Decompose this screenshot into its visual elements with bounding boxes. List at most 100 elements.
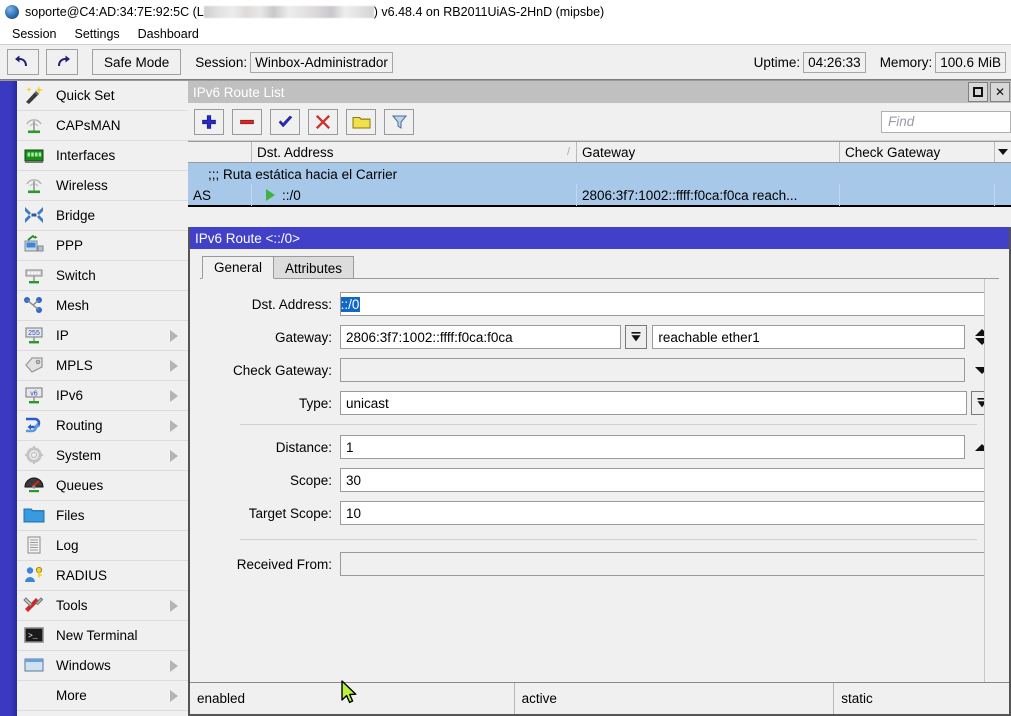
sidebar-item-quick-set[interactable]: Quick Set: [17, 81, 188, 111]
window-titlebar: soporte@C4:AD:34:7E:92:5C (L ) v6.48.4 o…: [0, 0, 1011, 23]
chevron-right-icon: [170, 360, 178, 372]
sidebar-item-windows[interactable]: Windows: [17, 651, 188, 681]
titlebar-user-host: soporte@C4:AD:34:7E:92:5C (L: [25, 5, 204, 19]
route-active-arrow-icon: [266, 189, 275, 201]
sidebar-item-mpls[interactable]: MPLS: [17, 351, 188, 381]
dst-address-input[interactable]: ::/0: [340, 292, 993, 316]
gateway-dropdown-icon[interactable]: [625, 325, 647, 349]
sidebar-item-system[interactable]: System: [17, 441, 188, 471]
bridge-arrows-icon: [23, 205, 47, 227]
menu-dashboard[interactable]: Dashboard: [129, 26, 208, 42]
target-scope-label: Target Scope:: [200, 506, 340, 521]
memory-value: 100.6 MiB: [935, 52, 1006, 73]
routing-arrows-icon: [23, 415, 47, 437]
sidebar-item-label: Windows: [56, 658, 111, 673]
dialog-button-panel: [984, 279, 1009, 714]
field-row-type: Type: unicast: [200, 391, 993, 415]
sidebar-item-files[interactable]: Files: [17, 501, 188, 531]
uptime-label: Uptime:: [754, 55, 801, 70]
column-gateway[interactable]: Gateway: [577, 142, 840, 162]
sidebar-item-radius[interactable]: RADIUS: [17, 561, 188, 591]
sidebar-item-ip[interactable]: 255IP: [17, 321, 188, 351]
dialog-titlebar: IPv6 Route <::/0>: [190, 227, 1009, 249]
sidebar-item-switch[interactable]: Switch: [17, 261, 188, 291]
svg-text:v6: v6: [30, 390, 38, 397]
sidebar-item-new-terminal[interactable]: >_New Terminal: [17, 621, 188, 651]
field-row-scope: Scope: 30: [200, 468, 993, 492]
safe-mode-button[interactable]: Safe Mode: [92, 49, 181, 75]
tab-attributes[interactable]: Attributes: [273, 256, 354, 279]
sidebar-item-bridge[interactable]: Bridge: [17, 201, 188, 231]
ipv6-route-dialog: IPv6 Route <::/0> General Attributes Dst…: [188, 227, 1011, 716]
sidebar-item-label: Tools: [56, 598, 88, 613]
check-icon: [277, 114, 294, 130]
column-dst-address-label: Dst. Address: [257, 145, 334, 160]
cell-dst-address-text: ::/0: [282, 188, 301, 203]
sidebar-item-label: Interfaces: [56, 148, 115, 163]
distance-input[interactable]: 1: [340, 435, 965, 459]
route-list-toolbar: Find: [188, 103, 1011, 141]
field-row-received-from: Received From:: [200, 552, 993, 576]
menu-session[interactable]: Session: [3, 26, 65, 42]
column-dst-address[interactable]: Dst. Address /: [252, 142, 577, 162]
column-check-gateway[interactable]: Check Gateway: [840, 142, 995, 162]
antenna-icon: [23, 115, 47, 137]
sidebar-item-routing[interactable]: Routing: [17, 411, 188, 441]
dst-address-value: ::/0: [340, 297, 360, 312]
folder-icon: [23, 505, 47, 527]
filter-button[interactable]: [384, 109, 414, 135]
column-flags[interactable]: [188, 142, 252, 162]
cell-flags: AS: [188, 184, 252, 206]
check-gateway-input[interactable]: [340, 358, 965, 382]
enable-button[interactable]: [270, 109, 300, 135]
sidebar-item-label: Wireless: [56, 178, 108, 193]
route-list-title: IPv6 Route List: [193, 85, 285, 100]
gateway-state: reachable ether1: [652, 325, 965, 349]
sidebar-item-capsman[interactable]: CAPsMAN: [17, 111, 188, 141]
menu-settings[interactable]: Settings: [65, 26, 128, 42]
gateway-input[interactable]: 2806:3f7:1002::ffff:f0ca:f0ca: [340, 325, 621, 349]
cross-icon: [315, 114, 331, 130]
target-scope-input[interactable]: 10: [340, 501, 993, 525]
caret-down-bar-glyph: [630, 331, 642, 343]
table-row[interactable]: AS ::/0 2806:3f7:1002::ffff:f0ca:f0ca re…: [188, 185, 1011, 207]
sidebar-item-tools[interactable]: Tools: [17, 591, 188, 621]
sidebar-item-ipv6[interactable]: v6IPv6: [17, 381, 188, 411]
close-window-icon[interactable]: ✕: [990, 82, 1010, 102]
sidebar-item-label: MPLS: [56, 358, 93, 373]
titlebar-version: ) v6.48.4 on RB2011UiAS-2HnD (mipsbe): [374, 5, 604, 19]
scope-input[interactable]: 30: [340, 468, 993, 492]
sidebar-item-ppp[interactable]: PPP: [17, 231, 188, 261]
sidebar-item-label: Queues: [56, 478, 103, 493]
magic-wand-icon: [23, 85, 47, 107]
chevron-right-icon: [170, 600, 178, 612]
remove-button[interactable]: [232, 109, 262, 135]
comment-button[interactable]: [346, 109, 376, 135]
svg-text:>_: >_: [28, 632, 38, 641]
comment-note-icon: [352, 114, 371, 129]
dst-address-label: Dst. Address:: [200, 297, 340, 312]
chevron-right-icon: [170, 420, 178, 432]
session-field[interactable]: Winbox-Administrador: [250, 52, 393, 73]
route-comment-text: ;;; Ruta estática hacia el Carrier: [208, 167, 397, 182]
sidebar-item-interfaces[interactable]: Interfaces: [17, 141, 188, 171]
field-row-dst-address: Dst. Address: ::/0: [200, 292, 993, 316]
find-input[interactable]: Find: [881, 111, 1011, 133]
add-button[interactable]: [194, 109, 224, 135]
tab-general[interactable]: General: [202, 256, 274, 279]
sidebar-item-log[interactable]: Log: [17, 531, 188, 561]
route-list-window-buttons: ✕: [968, 82, 1011, 102]
redo-arrow-icon[interactable]: [46, 49, 78, 75]
table-row-comment[interactable]: ;;; Ruta estática hacia el Carrier: [188, 163, 1011, 185]
sidebar-item-mesh[interactable]: Mesh: [17, 291, 188, 321]
sidebar-item-wireless[interactable]: Wireless: [17, 171, 188, 201]
sidebar-item-more[interactable]: More: [17, 681, 188, 711]
sidebar-item-queues[interactable]: Queues: [17, 471, 188, 501]
disable-button[interactable]: [308, 109, 338, 135]
type-input[interactable]: unicast: [340, 391, 967, 415]
restore-window-icon[interactable]: [968, 82, 988, 102]
column-chooser-icon[interactable]: [995, 142, 1011, 162]
sidebar-item-label: RADIUS: [56, 568, 107, 583]
mesh-nodes-icon: [23, 295, 47, 317]
undo-arrow-icon[interactable]: [7, 49, 39, 75]
